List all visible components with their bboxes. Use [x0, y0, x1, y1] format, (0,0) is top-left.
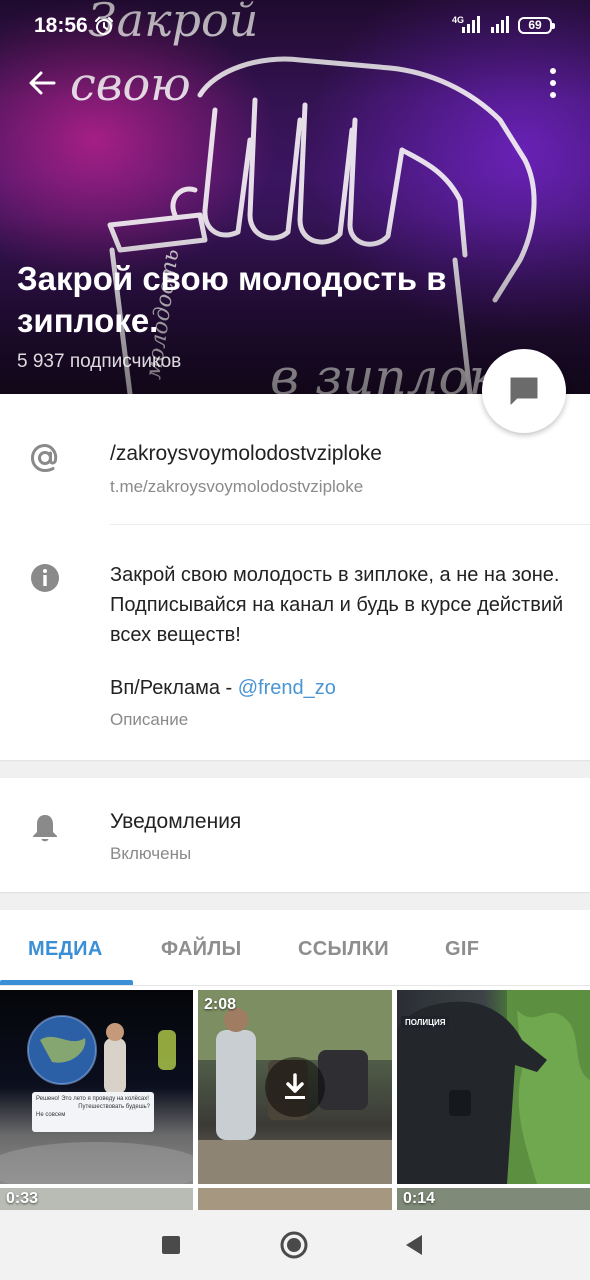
status-time: 18:56	[34, 14, 88, 37]
signal-strength-icon	[462, 16, 480, 33]
system-navigation-bar	[0, 1210, 590, 1280]
subscriber-count: 5 937 подписчиков	[17, 351, 182, 372]
status-bar: 18:56 4G 69	[0, 0, 590, 52]
advertising-line: Вп/Реклама - @frend_zo	[110, 677, 336, 700]
media-video-item[interactable]: 0:33	[0, 1188, 193, 1210]
channel-description: Закрой свою молодость в зиплоке, а не на…	[110, 564, 564, 646]
section-divider	[0, 760, 590, 778]
row-divider	[110, 524, 590, 525]
home-icon[interactable]	[277, 1228, 311, 1262]
chat-card-line2: Путешествовать будешь?	[78, 1104, 150, 1110]
advertising-contact-link[interactable]: @frend_zo	[238, 677, 336, 699]
shared-media-tabs: МЕДИА ФАЙЛЫ ССЫЛКИ GIF	[0, 910, 590, 986]
bell-icon	[33, 815, 57, 842]
chat-card-line3: Не совсем	[36, 1112, 66, 1118]
advertising-prefix: Вп/Реклама -	[110, 677, 238, 699]
tab-media[interactable]: МЕДИА	[28, 938, 103, 961]
video-duration: 0:33	[6, 1190, 39, 1207]
battery-indicator: 69	[518, 17, 555, 34]
media-video-item[interactable]: 0:14	[397, 1188, 590, 1210]
media-thumbnail-space-image	[0, 1015, 193, 1184]
media-thumbnail-police-image: ПОЛИЦИЯ	[397, 990, 590, 1184]
media-item[interactable]: ПОЛИЦИЯ	[397, 990, 590, 1184]
signal-strength-icon-secondary	[491, 16, 509, 33]
back-button[interactable]	[22, 62, 64, 104]
channel-url: t.me/zakroysvoymolodostvziploke	[110, 477, 364, 496]
more-options-button[interactable]	[536, 62, 570, 104]
chat-card-line1: Решено! Это лето я проведу на колёсах!	[36, 1096, 149, 1102]
description-label: Описание	[110, 710, 189, 729]
section-divider	[0, 892, 590, 910]
police-label: ПОЛИЦИЯ	[405, 1018, 446, 1027]
tab-gif[interactable]: GIF	[445, 938, 479, 961]
video-duration: 0:14	[403, 1190, 436, 1207]
media-video-item[interactable]: 2:08	[198, 990, 392, 1184]
media-item[interactable]	[198, 1188, 392, 1210]
channel-username: /zakroysvoymolodostvziploke	[110, 442, 382, 465]
notifications-status: Включены	[110, 844, 192, 863]
open-chat-button[interactable]	[482, 349, 566, 433]
channel-title: Закрой свою молодость в зиплоке.	[17, 260, 447, 339]
more-vertical-icon	[550, 68, 556, 98]
notifications-title: Уведомления	[110, 810, 242, 833]
download-icon[interactable]	[265, 1057, 325, 1117]
alarm-icon	[95, 17, 113, 35]
media-chat-screenshot: Решено! Это лето я проведу на колёсах! П…	[32, 1092, 154, 1132]
info-icon	[31, 564, 59, 592]
channel-header: Закрой свою в зиплоке молодость 18:56 4G…	[0, 0, 590, 394]
chat-bubble-icon	[510, 377, 538, 405]
arrow-left-icon	[29, 71, 56, 95]
recent-apps-icon[interactable]	[154, 1228, 188, 1262]
active-tab-indicator	[0, 980, 133, 985]
tab-files[interactable]: ФАЙЛЫ	[161, 938, 242, 961]
tab-links[interactable]: ССЫЛКИ	[298, 938, 389, 961]
back-triangle-icon[interactable]	[398, 1228, 432, 1262]
media-item[interactable]	[0, 990, 193, 1184]
at-sign-icon	[30, 444, 58, 473]
video-duration: 2:08	[204, 996, 237, 1013]
